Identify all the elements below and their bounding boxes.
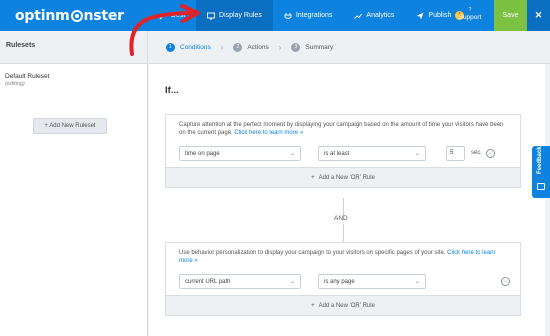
- rule-description: Use behavior personalization to display …: [179, 249, 507, 265]
- ruleset-status: (editing): [5, 81, 25, 87]
- chevron-down-icon: ⌄: [289, 151, 295, 157]
- ruleset-name: Default Ruleset: [5, 73, 50, 80]
- rule-field-select[interactable]: time on page ⌄: [179, 146, 301, 161]
- rule-operator-value: is any page: [324, 278, 355, 285]
- comment-icon: [537, 183, 545, 190]
- add-or-rule-button[interactable]: + Add a New 'OR' Rule: [166, 167, 520, 187]
- red-arrow-annotation: [129, 4, 200, 56]
- nav-analytics-label: Analytics: [366, 12, 395, 19]
- remove-rule-icon[interactable]: −: [501, 277, 510, 286]
- add-or-rule-label: Add a New 'OR' Rule: [318, 302, 375, 309]
- plus-icon: +: [311, 174, 315, 181]
- support-button[interactable]: ? Support: [453, 0, 487, 31]
- rule-description-text: Capture attention at the perfect moment …: [179, 122, 504, 136]
- step-number: 3: [291, 42, 301, 52]
- save-button[interactable]: Save: [494, 0, 527, 31]
- rule-field-value: time on page: [185, 150, 220, 157]
- rule-operator-select[interactable]: is any page ⌄: [318, 274, 426, 289]
- rule-field-value: current URL path: [185, 278, 231, 285]
- feedback-tab[interactable]: Feedback: [532, 146, 550, 198]
- rule-operator-select[interactable]: is at least ⌄: [318, 146, 426, 161]
- send-icon: [416, 12, 424, 20]
- add-or-rule-label: Add a New 'OR' Rule: [318, 174, 375, 181]
- nav-display-rules-label: Display Rules: [219, 12, 262, 19]
- chevron-right-icon: ›: [220, 42, 224, 52]
- step-actions[interactable]: 2 Actions: [233, 42, 269, 52]
- remove-rule-icon[interactable]: −: [486, 149, 495, 158]
- rule-field-select[interactable]: current URL path ⌄: [179, 274, 301, 289]
- support-label: Support: [458, 14, 482, 21]
- chevron-right-icon: ›: [278, 42, 282, 52]
- nav-analytics[interactable]: Analytics: [343, 0, 405, 31]
- add-or-rule-button[interactable]: + Add a New 'OR' Rule: [166, 295, 520, 315]
- rulesets-sidebar: Rulesets Default Ruleset (editing) + Add…: [0, 31, 148, 336]
- plug-icon: [284, 12, 292, 20]
- ruleset-item[interactable]: Default Ruleset (editing): [0, 64, 147, 87]
- step-summary[interactable]: 3 Summary: [291, 42, 334, 52]
- logo-text-b: nster: [83, 7, 125, 24]
- add-ruleset-button[interactable]: + Add New Ruleset: [33, 118, 107, 134]
- monster-eye-icon: [70, 10, 83, 22]
- learn-more-link[interactable]: Click here to learn more »: [234, 130, 303, 136]
- rule-description: Capture attention at the perfect moment …: [179, 121, 507, 137]
- rule-row: time on page ⌄ is at least ⌄ 5 sec. −: [179, 137, 507, 167]
- seconds-input[interactable]: 5: [446, 146, 465, 161]
- chevron-down-icon: ⌄: [414, 151, 420, 157]
- and-connector-line: [343, 224, 344, 242]
- conditions-panel: If... Capture attention at the perfect m…: [149, 64, 550, 336]
- question-icon: ?: [468, 7, 472, 13]
- chart-icon: [354, 12, 363, 20]
- chevron-down-icon: ⌄: [289, 279, 295, 285]
- rule-card-time-on-page: Capture attention at the perfect moment …: [165, 114, 521, 188]
- rule-operator-value: is at least: [324, 150, 350, 157]
- top-bar: optinm nster Desi Display Rules Integrati…: [0, 0, 550, 31]
- chevron-down-icon: ⌄: [414, 279, 420, 285]
- nav-integrations-label: Integrations: [295, 12, 333, 19]
- rule-description-text: Use behavior personalization to display …: [179, 250, 446, 256]
- rule-card-url-path: Use behavior personalization to display …: [165, 242, 521, 316]
- nav-publish-label: Publish: [428, 12, 452, 19]
- feedback-label: Feedback: [537, 146, 543, 174]
- scrollbar[interactable]: [545, 64, 550, 336]
- step-label: Actions: [247, 43, 269, 51]
- logo-text-a: optinm: [15, 7, 70, 24]
- and-label: AND: [334, 215, 348, 222]
- plus-icon: +: [311, 302, 315, 309]
- nav-integrations[interactable]: Integrations: [273, 0, 344, 31]
- if-heading: If...: [165, 85, 179, 96]
- seconds-unit: sec.: [471, 150, 483, 156]
- close-icon[interactable]: ✕: [527, 0, 550, 31]
- step-label: Summary: [305, 43, 334, 51]
- step-number: 2: [233, 42, 243, 52]
- and-connector-line: [343, 198, 344, 216]
- rule-row: current URL path ⌄ is any page ⌄ −: [179, 265, 510, 295]
